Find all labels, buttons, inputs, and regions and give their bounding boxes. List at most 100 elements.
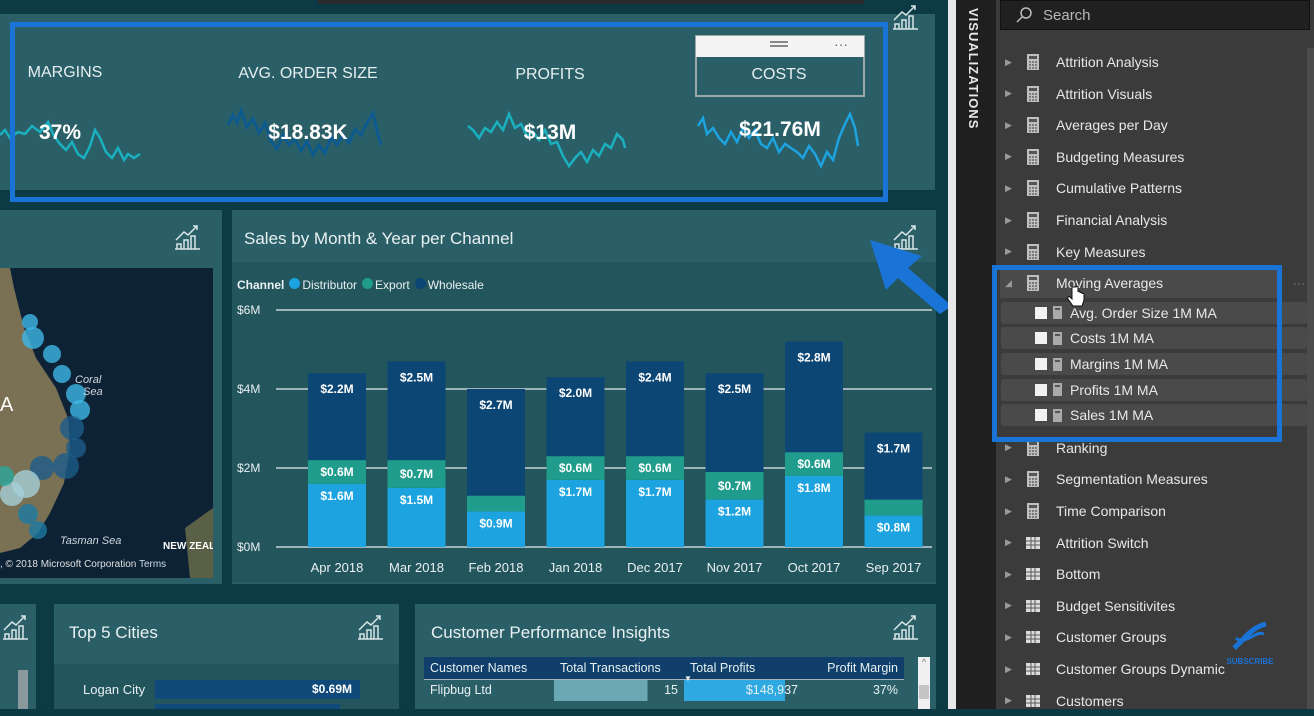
calculator-icon [1027,439,1039,456]
more-options-icon[interactable]: ··· [834,36,848,52]
drag-handle-icon[interactable] [770,41,788,47]
expand-icon[interactable]: ▶ [1000,120,1020,131]
field-table-time-comparison[interactable]: ▶ Time Comparison [1000,496,1300,526]
field-table-customers[interactable]: ▶ Customers [1000,686,1300,716]
subscribe-badge[interactable]: SUBSCRIBE [1224,620,1276,670]
stacked-bar-chart[interactable]: $0M $2M $4M $6M $1.6M $0.6M $2.2M Apr 2018 $1.5M… [232,295,936,580]
expand-icon[interactable]: ▶ [1000,88,1020,99]
bar-export-feb-2018[interactable] [467,495,525,512]
field-table-financial-analysis[interactable]: ▶ Financial Analysis [1000,205,1300,235]
calculator-icon [1027,503,1039,519]
map-copyright: , © 2018 Microsoft Corporation Terms [0,559,167,570]
measure-label: Margins 1M MA [1070,356,1169,372]
trend-chart-icon[interactable] [890,2,920,32]
field-measure-margins-1m-ma[interactable]: Margins 1M MA [1001,353,1307,375]
expand-icon[interactable]: ▶ [1000,506,1020,517]
table-icon [1026,536,1040,549]
field-table-moving-averages[interactable]: ◢ Moving Averages [1000,268,1278,299]
measure-label: Sales 1M MA [1070,407,1154,424]
legend-item-wholesale[interactable]: Wholesale [414,278,484,292]
bar-export-sep-2017[interactable] [864,499,923,516]
kpi-title-avg-order-size: AVG. ORDER SIZE [238,65,378,82]
expand-icon[interactable]: ▶ [1000,600,1020,611]
measure-label: Avg. Order Size 1M MA [1070,304,1217,321]
expand-icon[interactable]: ▶ [1000,664,1020,675]
field-table-attrition-analysis[interactable]: ▶ Attrition Analysis [1000,47,1300,77]
checkbox[interactable] [1035,358,1047,370]
city-bar[interactable] [155,704,340,709]
expand-icon[interactable]: ▶ [1000,569,1020,580]
field-measure-costs-1m-ma[interactable]: Costs 1M MA [1001,327,1307,350]
x-tick-label: Feb 2018 [469,560,524,575]
field-measure-avg-order-size-1m-ma[interactable]: Avg. Order Size 1M MA [1001,301,1307,324]
trend-chart-icon[interactable] [0,612,30,642]
scrollbar-thumb[interactable] [18,670,28,709]
legend-item-export[interactable]: Export [362,278,410,292]
calculator-icon [1027,275,1039,292]
expand-icon[interactable]: ▶ [1000,695,1020,706]
data-label: $0.7M [400,467,433,481]
map-terms-link[interactable]: Terms [139,559,166,570]
more-options-icon[interactable]: ··· [1293,276,1305,290]
collapse-icon[interactable]: ◢ [1000,278,1020,289]
field-table-averages-per-day[interactable]: ▶ Averages per Day [1000,110,1300,140]
expand-icon[interactable]: ▶ [1000,151,1020,162]
map-view[interactable]: Coral Sea Tasman Sea NEW ZEAL A , © 2018… [0,268,213,578]
expand-icon[interactable]: ▶ [1000,183,1020,194]
x-tick-label: Apr 2018 [311,560,364,575]
field-table-attrition-switch[interactable]: ▶ Attrition Switch [1000,528,1300,558]
data-label: $1.2M [718,505,751,519]
calculator-icon [1027,471,1039,488]
field-table-bottom[interactable]: ▶ Bottom [1000,559,1300,589]
field-table-budgeting-measures[interactable]: ▶ Budgeting Measures [1000,142,1300,172]
search-input[interactable]: Search [1000,0,1310,30]
trend-chart-icon[interactable] [172,222,202,252]
trend-chart-icon[interactable] [355,612,385,642]
checkbox[interactable] [1035,409,1047,422]
column-header-sorted[interactable]: Total Profits ▼ [684,657,804,683]
fields-scrollbar[interactable] [1307,48,1314,709]
expand-icon[interactable]: ▶ [1000,632,1020,643]
field-measure-profits-1m-ma[interactable]: Profits 1M MA [1001,378,1307,401]
kpi-value-avg-order-size: $18.83K [268,121,348,144]
measure-label: Costs 1M MA [1070,330,1155,347]
measure-label: Profits 1M MA [1070,381,1158,398]
y-tick-label: $4M [237,382,260,396]
svg-text:Sea: Sea [83,386,103,398]
checkbox[interactable] [1035,306,1047,319]
field-table-attrition-visuals[interactable]: ▶ Attrition Visuals [1000,79,1300,109]
scroll-up-icon[interactable]: ^ [918,657,930,667]
scroll-thumb[interactable] [919,685,929,699]
cell-profits: $148,937 [684,678,804,701]
table-scrollbar[interactable]: ^ [918,657,930,709]
field-table-ranking[interactable]: ▶ Ranking [1000,433,1300,463]
expand-icon[interactable]: ▶ [1000,442,1020,453]
y-tick-label: $2M [237,461,260,475]
kpi-title-margins: MARGINS [27,64,103,81]
data-label: $2.4M [638,370,671,384]
expand-icon[interactable]: ▶ [1000,537,1020,548]
field-table-key-measures[interactable]: ▶ Key Measures [1000,237,1300,267]
visualizations-tab-label[interactable]: VISUALIZATIONS [966,8,981,129]
table-row[interactable]: Flipbug Ltd 15 $148,937 37% [424,678,904,701]
expand-icon[interactable]: ▶ [1000,57,1020,68]
expand-icon[interactable]: ▶ [1000,246,1020,257]
field-table-label: Customer Groups Dynamic [1056,661,1225,677]
column-header[interactable]: Customer Names [424,657,554,679]
column-header[interactable]: Profit Margin [804,657,904,679]
field-table-cumulative-patterns[interactable]: ▶ Cumulative Patterns [1000,173,1300,203]
table-icon [1026,599,1040,612]
checkbox[interactable] [1035,383,1047,396]
field-table-budget-sensitivites[interactable]: ▶ Budget Sensitivites [1000,591,1300,621]
field-table-segmentation-measures[interactable]: ▶ Segmentation Measures [1000,464,1300,494]
trend-chart-icon[interactable] [890,612,920,642]
data-label: $1.7M [559,485,592,499]
expand-icon[interactable]: ▶ [1000,215,1020,226]
data-label: $1.6M [320,489,353,503]
field-measure-sales-1m-ma[interactable]: Sales 1M MA [1001,404,1307,427]
legend-item-distributor[interactable]: Distributor [289,278,357,292]
column-header[interactable]: Total Transactions [554,657,684,679]
expand-icon[interactable]: ▶ [1000,474,1020,485]
city-bar[interactable]: $0.69M [155,680,360,699]
checkbox[interactable] [1035,332,1047,345]
